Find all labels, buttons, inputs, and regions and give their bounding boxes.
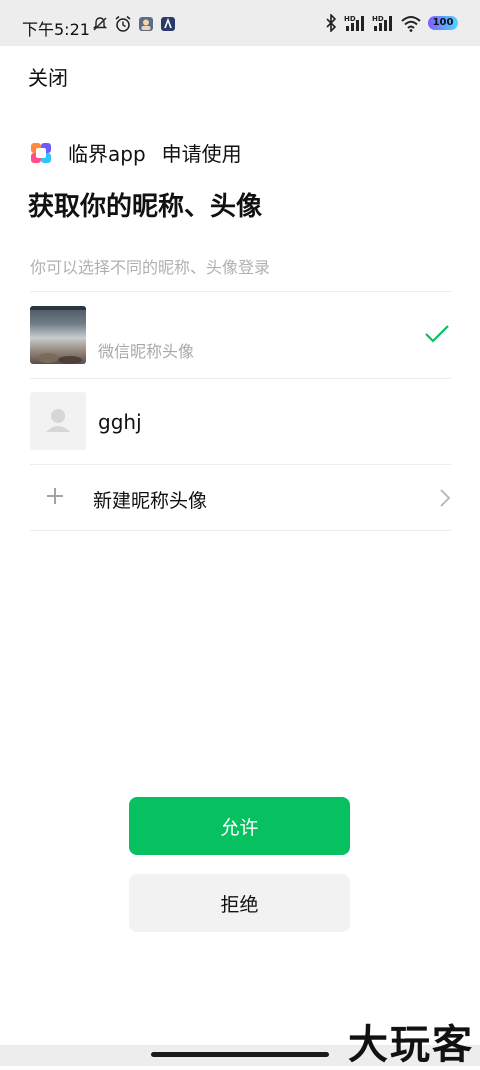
battery-level: 100 <box>432 17 454 28</box>
home-indicator[interactable] <box>151 1052 329 1057</box>
divider <box>30 464 451 465</box>
signal-hd-icon: HD <box>344 15 364 31</box>
status-time: 下午5:21 <box>22 20 90 39</box>
plus-icon <box>47 488 63 504</box>
hint-text: 你可以选择不同的昵称、头像登录 <box>30 258 271 277</box>
option-label: 微信昵称头像 <box>98 342 195 361</box>
new-profile-label: 新建昵称头像 <box>93 490 208 512</box>
default-avatar-icon <box>46 409 70 432</box>
battery-icon: 100 <box>428 16 458 30</box>
divider <box>30 291 451 292</box>
wifi-icon <box>401 16 421 32</box>
divider <box>30 530 451 531</box>
divider <box>30 378 451 379</box>
mute-bell-icon <box>92 17 108 31</box>
alarm-icon <box>115 15 131 32</box>
watermark: 大玩客 <box>348 1022 474 1068</box>
page-title: 获取你的昵称、头像 <box>28 192 263 222</box>
bluetooth-icon <box>326 14 337 32</box>
close-button[interactable]: 关闭 <box>28 62 68 91</box>
option-label: gghj <box>98 410 142 434</box>
app-notification-icon <box>161 17 175 31</box>
status-system-icons: HD HD 100 <box>324 14 458 32</box>
avatar-notification-icon <box>139 17 153 31</box>
svg-text:HD: HD <box>344 15 356 23</box>
avatar <box>30 306 86 364</box>
app-request-text: 申请使用 <box>161 142 242 166</box>
allow-button[interactable]: 允许 <box>129 797 350 855</box>
app-logo-icon <box>31 142 51 163</box>
svg-text:HD: HD <box>372 15 384 23</box>
checkmark-icon <box>425 325 449 343</box>
deny-button[interactable]: 拒绝 <box>129 874 350 932</box>
status-notification-icons <box>92 15 176 33</box>
avatar-photo-icon <box>30 306 86 364</box>
app-info: 临界app 申请使用 <box>30 138 242 167</box>
status-bar: 下午5:21 HD HD 100 <box>0 0 480 46</box>
app-name: 临界app <box>68 142 146 166</box>
avatar <box>30 392 86 450</box>
signal-hd-icon: HD <box>372 15 392 31</box>
chevron-right-icon <box>440 489 451 507</box>
